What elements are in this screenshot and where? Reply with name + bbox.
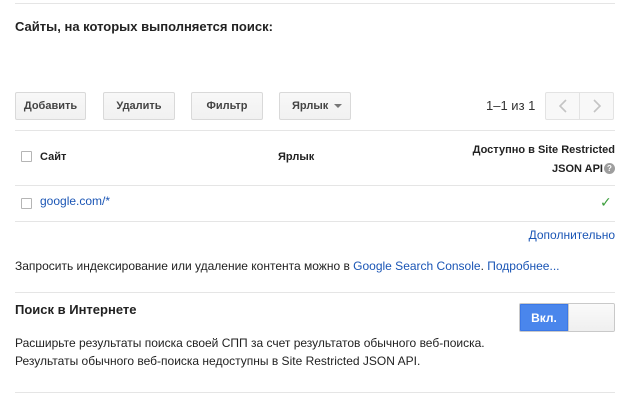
row-divider <box>15 221 615 222</box>
header-availability-line2: JSON API <box>552 163 603 175</box>
pager-status: 1–1 из 1 <box>486 98 536 113</box>
header-row-divider <box>15 185 615 186</box>
chevron-right-icon <box>592 99 601 113</box>
web-search-toggle[interactable]: Вкл. <box>519 303 615 332</box>
more-sites-link[interactable]: Дополнительно <box>529 227 615 243</box>
sites-section-title: Сайты, на которых выполняется поиск: <box>15 19 273 34</box>
help-icon[interactable]: ? <box>604 163 615 174</box>
check-icon: ✓ <box>600 194 612 210</box>
row-checkbox[interactable] <box>21 198 32 209</box>
header-label: Ярлык <box>278 151 315 163</box>
toggle-knob <box>568 304 614 331</box>
header-availability-line2-wrap: JSON API? <box>445 160 615 179</box>
previous-page-button[interactable] <box>545 92 580 120</box>
search-console-link[interactable]: Google Search Console <box>353 259 480 273</box>
chevron-left-icon <box>558 99 567 113</box>
web-search-description: Расширьте результаты поиска своей СПП за… <box>15 334 515 370</box>
header-site: Сайт <box>40 151 67 163</box>
web-search-title: Поиск в Интернете <box>15 302 137 317</box>
section-divider <box>15 292 615 293</box>
web-search-description-line2: Результаты обычного веб-поиска недоступн… <box>15 354 421 368</box>
delete-button-label: Удалить <box>116 100 162 112</box>
top-divider <box>15 3 615 4</box>
header-availability-line1: Доступно в Site Restricted <box>472 144 615 156</box>
indexing-info: Запросить индексирование или удаление ко… <box>15 257 625 275</box>
toggle-on-label: Вкл. <box>520 304 568 331</box>
caret-down-icon <box>334 104 342 108</box>
label-dropdown-label: Ярлык <box>292 100 329 112</box>
bottom-divider <box>15 392 615 393</box>
add-button[interactable]: Добавить <box>15 92 86 120</box>
delete-button[interactable]: Удалить <box>103 92 175 120</box>
add-button-label: Добавить <box>23 100 78 112</box>
learn-more-link[interactable]: Подробнее... <box>487 259 559 273</box>
table-top-divider <box>15 130 615 131</box>
site-link[interactable]: google.com/* <box>40 193 110 209</box>
next-page-button[interactable] <box>579 92 614 120</box>
web-search-description-line1: Расширьте результаты поиска своей СПП за… <box>15 336 485 350</box>
header-availability: Доступно в Site Restricted JSON API? <box>445 141 615 179</box>
indexing-text: Запросить индексирование или удаление ко… <box>15 259 354 273</box>
select-all-checkbox[interactable] <box>21 151 32 162</box>
filter-button-label: Фильтр <box>206 100 248 112</box>
label-dropdown[interactable]: Ярлык <box>279 92 351 120</box>
filter-button[interactable]: Фильтр <box>191 92 263 120</box>
